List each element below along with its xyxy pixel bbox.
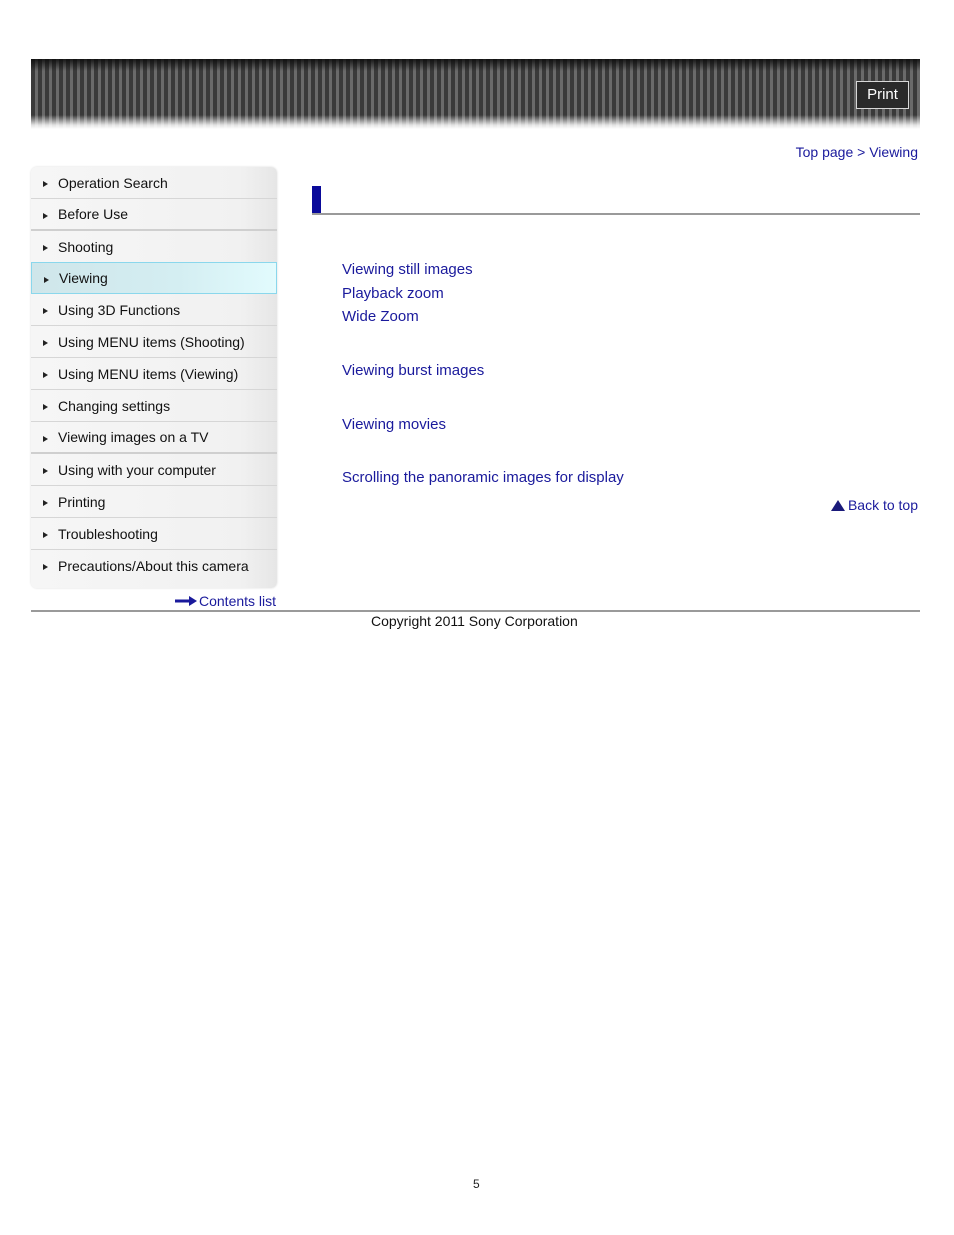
link-viewing-still-images[interactable]: Viewing still images <box>342 261 473 278</box>
arrow-right-icon <box>175 596 197 606</box>
contents-list-label: Contents list <box>199 593 277 609</box>
arrow-right-icon <box>43 212 48 219</box>
link-viewing-burst-images[interactable]: Viewing burst images <box>342 362 484 379</box>
page-title-rule <box>312 213 920 215</box>
contents-list-link[interactable]: Contents list <box>175 593 276 609</box>
sidebar-item-troubleshooting[interactable]: Troubleshooting <box>31 518 277 550</box>
sidebar-item-label: Viewing images on a TV <box>58 429 209 445</box>
breadcrumb-separator: > <box>857 144 866 160</box>
print-button[interactable]: Print <box>856 81 909 109</box>
sidebar-item-using-computer[interactable]: Using with your computer <box>31 454 277 486</box>
link-playback-zoom[interactable]: Playback zoom <box>342 285 444 302</box>
sidebar-item-viewing-on-tv[interactable]: Viewing images on a TV <box>31 422 277 454</box>
sidebar-item-label: Using with your computer <box>58 461 216 478</box>
arrow-right-icon <box>43 564 48 570</box>
sidebar-item-changing-settings[interactable]: Changing settings <box>31 390 277 422</box>
triangle-up-icon <box>830 499 845 511</box>
page-number: 5 <box>473 1177 480 1191</box>
sidebar-item-label: Using MENU items (Shooting) <box>58 333 245 350</box>
arrow-right-icon <box>43 532 48 538</box>
sidebar-item-operation-search[interactable]: Operation Search <box>31 167 277 199</box>
footer-divider <box>31 610 920 612</box>
arrow-right-icon <box>43 435 48 442</box>
back-to-top-label: Back to top <box>847 497 918 513</box>
sidebar-item-label: Changing settings <box>58 397 171 414</box>
link-viewing-movies[interactable]: Viewing movies <box>342 416 446 433</box>
sidebar-item-label: Using 3D Functions <box>58 301 181 318</box>
sidebar-item-label: Using MENU items (Viewing) <box>58 365 239 382</box>
sidebar-nav: Operation Search Before Use Shooting Vie… <box>31 167 277 588</box>
sidebar-item-menu-shooting[interactable]: Using MENU items (Shooting) <box>31 326 277 358</box>
arrow-right-icon <box>43 245 48 251</box>
sidebar-item-menu-viewing[interactable]: Using MENU items (Viewing) <box>31 358 277 390</box>
breadcrumb-viewing[interactable]: Viewing <box>869 144 918 160</box>
sidebar-item-label: Printing <box>58 493 106 510</box>
arrow-right-icon <box>43 308 48 314</box>
arrow-right-icon <box>43 468 48 474</box>
link-scrolling-panoramic[interactable]: Scrolling the panoramic images for displ… <box>342 469 624 486</box>
breadcrumb: Top page > Viewing <box>796 144 918 160</box>
sidebar-item-label: Viewing <box>59 270 108 286</box>
breadcrumb-top-page[interactable]: Top page <box>796 144 854 160</box>
sidebar-item-printing[interactable]: Printing <box>31 486 277 518</box>
sidebar-item-label: Before Use <box>58 206 129 222</box>
sidebar-item-viewing[interactable]: Viewing <box>31 262 277 294</box>
link-wide-zoom[interactable]: Wide Zoom <box>342 308 419 325</box>
back-to-top-link[interactable]: Back to top <box>830 497 918 513</box>
header-banner: Print <box>31 59 920 129</box>
page-title-accent <box>312 186 321 215</box>
sidebar-item-precautions[interactable]: Precautions/About this camera <box>31 550 277 581</box>
sidebar-item-using-3d-functions[interactable]: Using 3D Functions <box>31 294 277 326</box>
arrow-right-icon <box>43 500 48 506</box>
sidebar-item-shooting[interactable]: Shooting <box>31 231 277 262</box>
copyright-text: Copyright 2011 Sony Corporation <box>371 613 578 629</box>
arrow-right-icon <box>43 340 48 346</box>
arrow-right-icon <box>44 276 49 283</box>
arrow-right-icon <box>43 404 48 410</box>
sidebar-item-label: Shooting <box>58 238 114 255</box>
sidebar-item-before-use[interactable]: Before Use <box>31 199 277 231</box>
sidebar-item-label: Precautions/About this camera <box>58 557 249 574</box>
sidebar-item-label: Troubleshooting <box>58 525 158 542</box>
arrow-right-icon <box>43 372 48 378</box>
arrow-right-icon <box>43 181 48 187</box>
sidebar-item-label: Operation Search <box>58 174 168 191</box>
